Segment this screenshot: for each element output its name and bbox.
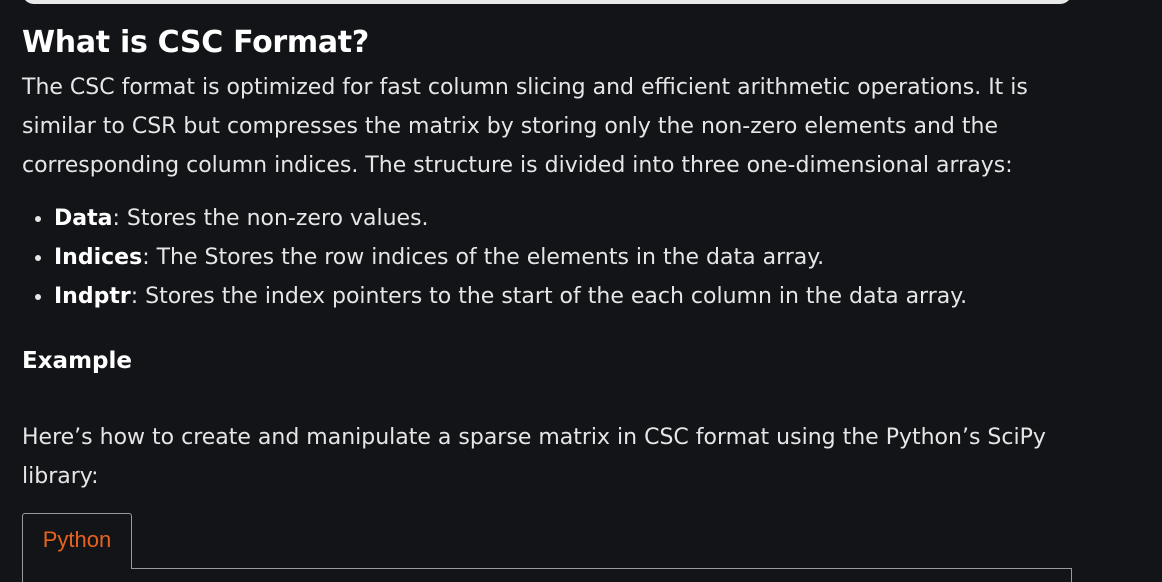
list-item-desc: : Stores the non-zero values. [112,206,429,231]
tab-python[interactable]: Python [22,513,132,569]
example-paragraph: Here’s how to create and manipulate a sp… [22,425,1046,489]
previous-code-block [22,0,1072,4]
array-list: Data: Stores the non-zero values. Indice… [22,199,1082,316]
list-item-data: Data: Stores the non-zero values. [54,199,1082,238]
article-content: What is CSC Format? The CSC format is op… [22,24,1082,496]
list-item-indices: Indices: The Stores the row indices of t… [54,238,1082,277]
intro-paragraph: The CSC format is optimized for fast col… [22,75,1028,178]
list-item-term: Indices [54,245,143,270]
list-item-desc: : The Stores the row indices of the elem… [142,245,825,270]
list-item-desc: : Stores the index pointers to the start… [130,284,968,309]
page: What is CSC Format? The CSC format is op… [0,0,1162,582]
list-item-term: Indptr [54,284,131,309]
list-item-term: Data [54,206,113,231]
section-heading: What is CSC Format? [22,25,369,60]
example-heading: Example [22,348,132,374]
list-item-indptr: Indptr: Stores the index pointers to the… [54,277,1082,316]
code-tabs: Python [22,513,1072,582]
code-block [22,568,1072,582]
